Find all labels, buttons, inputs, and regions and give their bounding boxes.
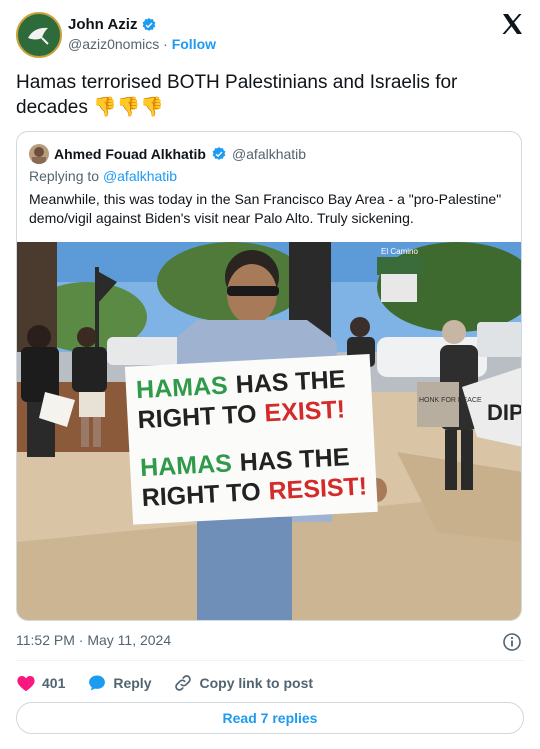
banner-text: DIP <box>487 400 522 425</box>
action-bar: 401 Reply Copy link to post <box>16 672 335 694</box>
tweet-timestamp[interactable]: 11:52 PM · May 11, 2024 <box>16 632 171 648</box>
protest-photo[interactable]: DIP HAMAS HAS THE RIGHT TO EXIST! HAMAS HAS… <box>17 242 522 621</box>
handle-separator: · <box>163 36 168 52</box>
link-icon <box>175 675 192 691</box>
verified-badge-icon <box>212 147 226 160</box>
author-handle-row: @aziz0nomics · Follow <box>68 36 216 52</box>
replying-to: Replying to @afalkhatib <box>29 168 177 184</box>
author-handle[interactable]: @aziz0nomics <box>68 36 159 52</box>
sign-word-hamas-2: HAMAS <box>139 449 232 482</box>
quoted-avatar <box>29 144 49 164</box>
author-avatar[interactable] <box>16 12 62 58</box>
verified-badge-icon <box>143 17 156 31</box>
heart-icon <box>17 676 35 692</box>
street-sign-text: El Camino <box>381 247 418 256</box>
divider <box>16 660 524 661</box>
sign-word-hasthe-1: HAS THE <box>235 365 346 399</box>
sign-word-resist: RESIST! <box>268 472 368 505</box>
tweet-text: Hamas terrorised BOTH Palestinians and I… <box>16 72 458 118</box>
replying-mention: @afalkhatib <box>102 168 178 184</box>
author-name-row: John Aziz <box>68 16 157 33</box>
replying-prefix: Replying to <box>29 168 103 184</box>
sign-word-hasthe-2: HAS THE <box>239 443 350 477</box>
quoted-text: Meanwhile, this was today in the San Fra… <box>29 191 502 226</box>
like-button[interactable]: 401 <box>16 674 65 692</box>
quoted-author-name: Ahmed Fouad Alkhatib <box>54 146 206 162</box>
author-name[interactable]: John Aziz <box>68 16 137 33</box>
follow-button[interactable]: Follow <box>172 36 216 52</box>
info-icon[interactable] <box>502 632 522 652</box>
copy-link-button[interactable]: Copy link to post <box>173 673 313 693</box>
sign-word-hamas-1: HAMAS <box>135 371 228 404</box>
small-sign-text: HONK FOR PEACE <box>419 397 482 404</box>
copy-link-label: Copy link to post <box>199 675 314 691</box>
quoted-author-handle: @afalkhatib <box>231 146 307 162</box>
like-count: 401 <box>42 675 66 691</box>
x-logo-icon[interactable] <box>500 12 524 36</box>
sign-word-exist: EXIST! <box>264 395 346 427</box>
reply-button[interactable]: Reply <box>87 673 151 693</box>
reply-bubble-icon <box>89 675 106 691</box>
reply-label: Reply <box>113 675 152 691</box>
tweet-header: John Aziz @aziz0nomics · Follow <box>16 12 524 58</box>
read-replies-button[interactable]: Read 7 replies <box>16 702 524 734</box>
quoted-tweet[interactable]: Ahmed Fouad Alkhatib @afalkhatib Replyin… <box>16 131 522 621</box>
quoted-header: Ahmed Fouad Alkhatib @afalkhatib <box>29 144 306 164</box>
